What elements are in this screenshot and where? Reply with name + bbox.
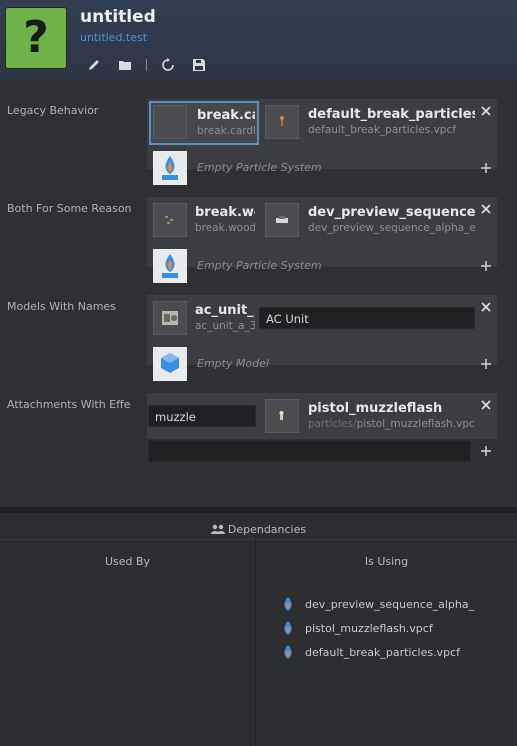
dependency-label: dev_preview_sequence_alpha_ <box>305 597 475 611</box>
attachment-input[interactable]: muzzle <box>148 405 256 427</box>
asset-name: dev_preview_sequence_ <box>308 205 475 220</box>
asset-thumbnail <box>265 203 299 237</box>
debris-icon <box>165 216 173 224</box>
asset-name: break.wo <box>195 205 255 220</box>
close-icon[interactable] <box>479 300 493 314</box>
row-label: Legacy Behavior <box>7 104 99 117</box>
empty-slot-label: Empty Model <box>197 357 269 370</box>
asset-name: default_break_particles <box>308 107 475 122</box>
effect-thumbnail <box>265 399 299 433</box>
effect-name: pistol_muzzleflash <box>308 401 443 416</box>
model-thumbnail <box>153 301 187 335</box>
model-file: ac_unit_a_3 <box>195 320 255 332</box>
add-icon[interactable] <box>480 162 492 174</box>
refresh-button[interactable] <box>158 56 178 74</box>
model-name-input[interactable]: AC Unit <box>259 307 475 329</box>
asset-slot[interactable]: default_break_particles default_break_pa… <box>263 103 475 141</box>
asset-path-link[interactable]: untitled.test <box>80 31 147 44</box>
attachment-panel: muzzle pistol_muzzleflash particles/pist… <box>147 393 497 439</box>
asset-slot[interactable]: break.wo break.wood. <box>151 201 255 239</box>
save-icon <box>193 59 205 71</box>
particle-system-icon <box>153 249 187 283</box>
particle-file-icon <box>284 597 292 611</box>
folder-icon <box>119 61 131 70</box>
asset-file: default_break_particles.vpcf <box>308 124 456 136</box>
asset-thumbnail <box>153 105 187 139</box>
asset-file: break.cardbo <box>197 125 255 137</box>
toolbar-separator <box>146 59 147 71</box>
particle-file-icon <box>284 645 292 659</box>
preview-icon <box>276 216 288 223</box>
ac-unit-icon <box>162 311 178 325</box>
close-icon[interactable] <box>479 202 493 216</box>
edit-button[interactable] <box>84 56 104 74</box>
empty-slot-label: Empty Particle System <box>197 161 322 174</box>
model-slot[interactable]: ac_unit_ ac_unit_a_3 <box>151 299 255 337</box>
dependencies-header-divider <box>0 539 517 540</box>
particle-list-panel: break.wo break.wood. dev_preview_sequenc… <box>147 197 497 283</box>
dependency-label: default_break_particles.vpcf <box>305 645 460 659</box>
pencil-icon <box>89 60 99 70</box>
row-label: Both For Some Reason <box>7 202 131 215</box>
add-icon[interactable] <box>480 358 492 370</box>
dependency-label: pistol_muzzleflash.vpcf <box>305 621 433 635</box>
effect-file: particles/pistol_muzzleflash.vpcf <box>308 418 475 430</box>
effect-slot[interactable]: pistol_muzzleflash particles/pistol_muzz… <box>263 397 475 435</box>
asset-thumbnail <box>265 105 299 139</box>
refresh-icon <box>162 58 174 71</box>
dependencies-panel: Dependancies Used By Is Using dev_previe… <box>0 513 517 746</box>
asset-header: ? untitled untitled.test <box>0 0 517 80</box>
asset-title: untitled <box>80 7 156 27</box>
column-divider <box>255 539 256 746</box>
used-by-heading: Used By <box>104 555 151 568</box>
dependencies-header: Dependancies <box>0 523 517 536</box>
users-icon <box>210 524 225 534</box>
asset-icon: ? <box>5 7 67 69</box>
dependency-item[interactable]: pistol_muzzleflash.vpcf <box>281 619 433 637</box>
particle-system-icon <box>153 151 187 185</box>
row-label: Models With Names <box>7 300 116 313</box>
asset-thumbnail <box>153 203 187 237</box>
save-button[interactable] <box>189 56 209 74</box>
muzzleflash-icon <box>279 411 284 420</box>
asset-slot[interactable]: dev_preview_sequence_ dev_preview_sequen… <box>263 201 475 239</box>
is-using-heading: Is Using <box>364 555 409 568</box>
asset-slot[interactable]: break.ca break.cardbo <box>149 101 259 145</box>
empty-slot-label: Empty Particle System <box>197 259 322 272</box>
model-list-panel: ac_unit_ ac_unit_a_3 AC Unit Empty Model <box>147 295 497 381</box>
new-attachment-input[interactable] <box>148 440 471 462</box>
asset-name: break.ca <box>197 108 255 123</box>
particle-file-icon <box>284 621 292 635</box>
add-icon[interactable] <box>480 445 492 457</box>
model-name: ac_unit_ <box>195 303 254 318</box>
close-icon[interactable] <box>479 104 493 118</box>
close-icon[interactable] <box>479 398 493 412</box>
particle-figure-icon <box>280 116 284 126</box>
dependency-item[interactable]: default_break_particles.vpcf <box>281 643 460 661</box>
add-icon[interactable] <box>480 260 492 272</box>
model-icon <box>153 347 187 381</box>
dependency-item[interactable]: dev_preview_sequence_alpha_ <box>281 595 474 613</box>
row-label: Attachments With Effects <box>7 398 131 411</box>
open-folder-button[interactable] <box>115 56 135 74</box>
asset-file: break.wood. <box>195 222 255 234</box>
particle-list-panel: break.ca break.cardbo default_break_part… <box>147 99 497 185</box>
asset-file: dev_preview_sequence_alpha_effe <box>308 222 475 234</box>
